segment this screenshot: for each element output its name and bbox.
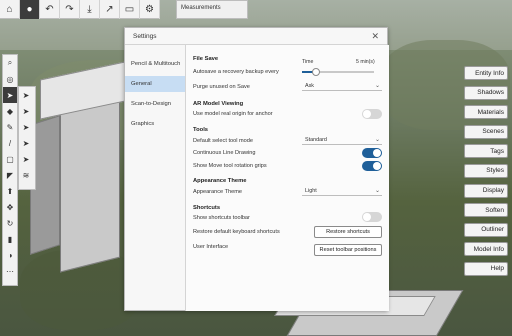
continuous-label: Continuous Line Drawing [193, 150, 256, 156]
select-mode-label: Default select tool mode [193, 138, 254, 144]
theme-select[interactable]: Light ⌄ [302, 186, 382, 196]
paint-bucket-icon[interactable]: ▮ [3, 231, 17, 247]
toggle-knob [363, 213, 371, 221]
orbit-icon[interactable]: ◎ [3, 71, 17, 87]
show-toolbar-label: Show shortcuts toolbar [193, 215, 250, 221]
eraser-icon[interactable]: ◆ [3, 103, 17, 119]
redo-icon[interactable]: ↷ [60, 0, 80, 19]
panel-button-display[interactable]: Display [464, 183, 508, 198]
line-tool-icon[interactable]: / [3, 135, 17, 151]
settings-dialog: Settings ✕ Pencil & Multitouch General S… [124, 27, 389, 311]
time-label: Time [302, 59, 314, 65]
panel-button-model-info[interactable]: Model Info [464, 242, 508, 257]
toggle-knob [363, 110, 371, 118]
download-icon[interactable]: ⤓ [80, 0, 100, 19]
panel-button-materials[interactable]: Materials [464, 105, 508, 120]
close-icon[interactable]: ✕ [371, 31, 379, 42]
orbit-view-icon[interactable]: ◑ [3, 247, 17, 263]
section-file-save: File Save [193, 56, 219, 62]
purge-select[interactable]: Ask ⌄ [302, 81, 382, 91]
select-toggle-icon[interactable]: ➤ [19, 151, 33, 167]
panel-button-shadows[interactable]: Shadows [464, 85, 508, 100]
user-icon[interactable]: ● [20, 0, 40, 19]
rotate-icon[interactable]: ↻ [3, 215, 17, 231]
select-variant-icon[interactable]: ➤ [19, 87, 33, 103]
move-icon[interactable]: ✥ [3, 199, 17, 215]
panel-button-tags[interactable]: Tags [464, 144, 508, 159]
secondary-tool-palette: ➤ ➤ ➤ ➤ ➤ ≋ [18, 86, 36, 190]
autosave-label: Autosave a recovery backup every [193, 69, 279, 75]
restore-shortcuts-button[interactable]: Restore shortcuts [314, 226, 382, 238]
time-value: 5 min(s) [356, 59, 375, 65]
nav-item-graphics[interactable]: Graphics [125, 116, 185, 132]
right-panel: Entity Info Shadows Materials Scenes Tags Sty… [464, 66, 508, 282]
purge-value: Ask [305, 82, 314, 89]
panel-button-scenes[interactable]: Scenes [464, 124, 508, 139]
settings-nav: Pencil & Multitouch General Scan-to-Desi… [125, 56, 185, 136]
top-toolbar: ⌂ ● ↶ ↷ ⤓ ↗ ▭ ⚙ [0, 0, 160, 19]
section-ui: User Interface [193, 244, 229, 250]
origin-label: Use model real origin for anchor [193, 111, 273, 117]
section-appearance: Appearance Theme [193, 178, 247, 184]
move-grips-label: Show Move tool rotation grips [193, 163, 267, 169]
panel-button-styles[interactable]: Styles [464, 163, 508, 178]
select-subtract-icon[interactable]: ➤ [19, 135, 33, 151]
settings-body: File Save Time 5 min(s) Autosave a recov… [185, 45, 389, 311]
search-icon[interactable]: ⌕ [3, 55, 17, 71]
purge-label: Purge unused on Save [193, 84, 250, 90]
measurements-box[interactable]: Measurements [176, 0, 248, 19]
theme-label: Appearance Theme [193, 189, 243, 195]
select-tool-icon[interactable]: ➤ [3, 87, 17, 103]
chevron-down-icon: ⌄ [374, 137, 380, 143]
share-icon[interactable]: ↗ [100, 0, 120, 19]
dialog-title: Settings [125, 28, 387, 45]
chevron-down-icon: ⌄ [374, 188, 380, 194]
home-icon[interactable]: ⌂ [0, 0, 20, 19]
pencil-icon[interactable]: ✎ [3, 119, 17, 135]
push-pull-icon[interactable]: ⬆ [3, 183, 17, 199]
move-grips-toggle[interactable] [362, 161, 382, 171]
slider-thumb[interactable] [312, 68, 321, 76]
reset-toolbar-button[interactable]: Reset toolbar positions [314, 244, 382, 256]
select-add-icon[interactable]: ➤ [19, 119, 33, 135]
panel-button-help[interactable]: Help [464, 261, 508, 276]
lasso-icon[interactable]: ➤ [19, 103, 33, 119]
show-toolbar-toggle[interactable] [362, 212, 382, 222]
select-mode-value: Standard [305, 136, 327, 143]
section-shortcuts: Shortcuts [193, 205, 221, 211]
nav-item-pencil[interactable]: Pencil & Multitouch [125, 56, 185, 72]
left-tool-palette: ⌕ ◎ ➤ ◆ ✎ / ▢ ◤ ⬆ ✥ ↻ ▮ ◑ ⋯ [2, 54, 18, 286]
restore-label: Restore default keyboard shortcuts [193, 229, 280, 235]
panel-button-entity-info[interactable]: Entity Info [464, 66, 508, 80]
tape-measure-icon[interactable]: ◤ [3, 167, 17, 183]
chevron-down-icon: ⌄ [374, 83, 380, 89]
more-icon[interactable]: ⋯ [3, 263, 17, 279]
autosave-slider[interactable] [302, 68, 374, 76]
wifi-icon[interactable]: ≋ [19, 167, 33, 183]
nav-item-general[interactable]: General [125, 76, 185, 92]
rectangle-icon[interactable]: ▢ [3, 151, 17, 167]
panel-button-outliner[interactable]: Outliner [464, 222, 508, 237]
select-mode-select[interactable]: Standard ⌄ [302, 135, 382, 145]
nav-item-scan[interactable]: Scan-to-Design [125, 96, 185, 112]
theme-value: Light [305, 187, 317, 194]
panel-button-soften[interactable]: Soften [464, 203, 508, 218]
section-ar: AR Model Viewing [193, 101, 244, 107]
toggle-knob [373, 162, 381, 170]
settings-gear-icon[interactable]: ⚙ [140, 0, 160, 19]
origin-toggle[interactable] [362, 109, 382, 119]
undo-icon[interactable]: ↶ [40, 0, 60, 19]
display-icon[interactable]: ▭ [120, 0, 140, 19]
continuous-toggle[interactable] [362, 148, 382, 158]
toggle-knob [373, 149, 381, 157]
section-tools: Tools [193, 127, 209, 133]
